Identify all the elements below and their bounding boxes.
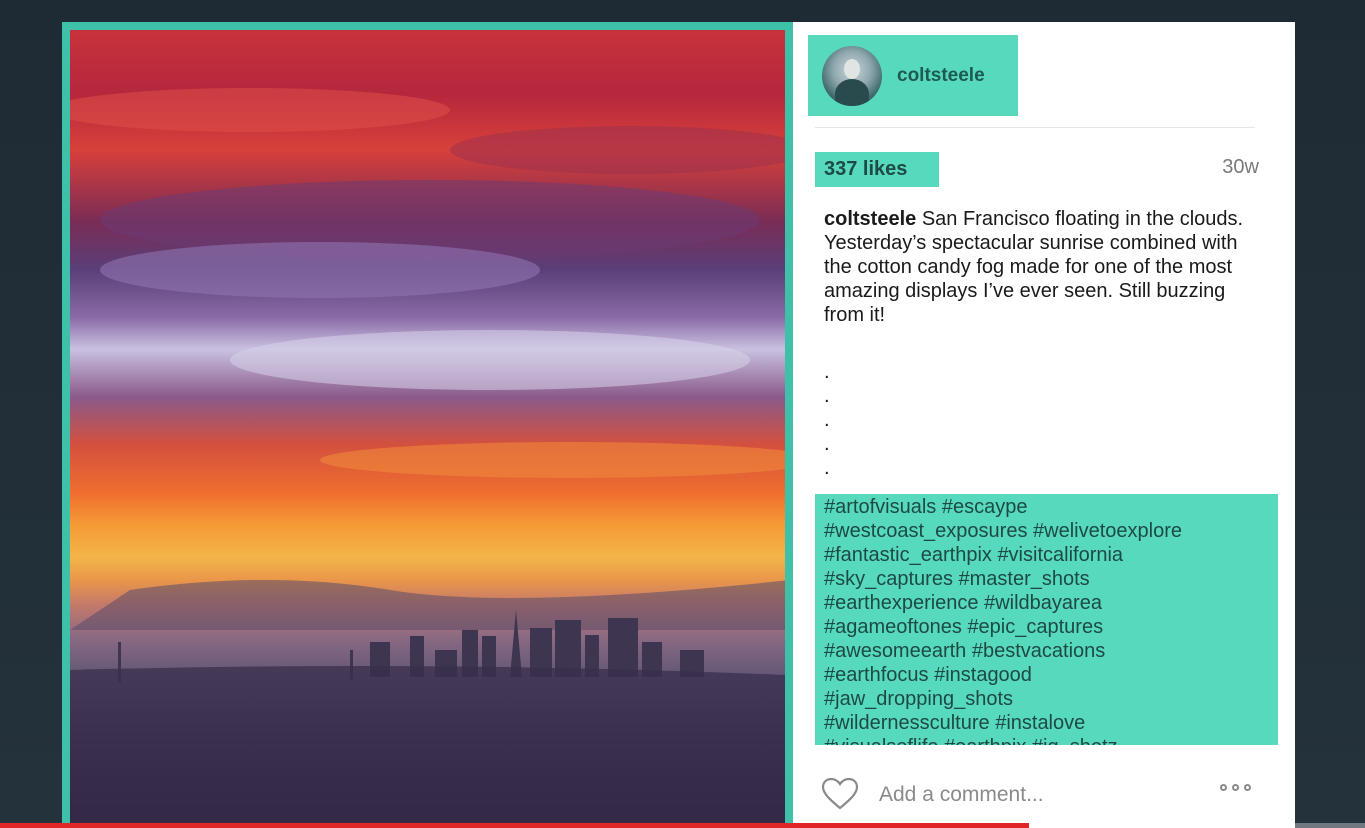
hashtag-line[interactable]: #awesomeearth #bestvacations — [824, 639, 1270, 663]
video-frame: coltsteele 337 likes 30w coltsteele San … — [0, 0, 1365, 828]
video-progress-fill — [0, 823, 1030, 828]
caption-dots: . . . . . . — [824, 360, 830, 504]
post-age: 30w — [1222, 156, 1259, 178]
comment-bar — [793, 757, 1295, 828]
more-dot — [1244, 784, 1251, 791]
more-dot — [1220, 784, 1227, 791]
post-detail-panel: coltsteele 337 likes 30w coltsteele San … — [793, 22, 1295, 828]
hashtag-line[interactable]: #earthfocus #instagood — [824, 663, 1270, 687]
caption-dot: . — [824, 457, 830, 479]
hashtag-line[interactable]: #agameoftones #epic_captures — [824, 615, 1270, 639]
hashtag-line[interactable]: #wildernessculture #instalove — [824, 711, 1270, 735]
hashtag-line[interactable]: #earthexperience #wildbayarea — [824, 591, 1270, 615]
caption-dot: . — [824, 361, 830, 383]
header-divider — [815, 127, 1255, 128]
photo-border — [62, 22, 793, 828]
video-progress-bar[interactable] — [0, 823, 1365, 828]
post-header[interactable]: coltsteele — [808, 35, 1018, 116]
caption-dot: . — [824, 433, 830, 455]
caption-dot: . — [824, 409, 830, 431]
hashtag-line[interactable]: #artofvisuals #escaype — [824, 495, 1270, 519]
hashtags-block: #artofvisuals #escaype #westcoast_exposu… — [815, 494, 1278, 745]
more-options-icon[interactable] — [1220, 784, 1260, 798]
caption: coltsteele San Francisco floating in the… — [824, 207, 1259, 327]
more-dot — [1232, 784, 1239, 791]
username[interactable]: coltsteele — [897, 65, 985, 87]
avatar[interactable] — [822, 45, 882, 106]
likes-count[interactable]: 337 likes — [815, 152, 939, 187]
likes-label: 337 likes — [824, 158, 908, 180]
hashtag-line[interactable]: #fantastic_earthpix #visitcalifornia — [824, 543, 1270, 567]
hashtag-line[interactable]: #westcoast_exposures #welivetoexplore — [824, 519, 1270, 543]
caption-dot: . — [824, 385, 830, 407]
hashtag-line[interactable]: #visualsoflife #earthpix #ig_shotz — [824, 735, 1270, 745]
post-photo[interactable] — [70, 30, 785, 828]
sunset-skyline-illustration — [70, 88, 785, 828]
hashtag-line[interactable]: #jaw_dropping_shots — [824, 687, 1270, 711]
hashtag-line[interactable]: #sky_captures #master_shots — [824, 567, 1270, 591]
caption-username[interactable]: coltsteele — [824, 208, 916, 230]
heart-icon[interactable] — [821, 777, 859, 811]
comment-input[interactable] — [877, 779, 1181, 811]
